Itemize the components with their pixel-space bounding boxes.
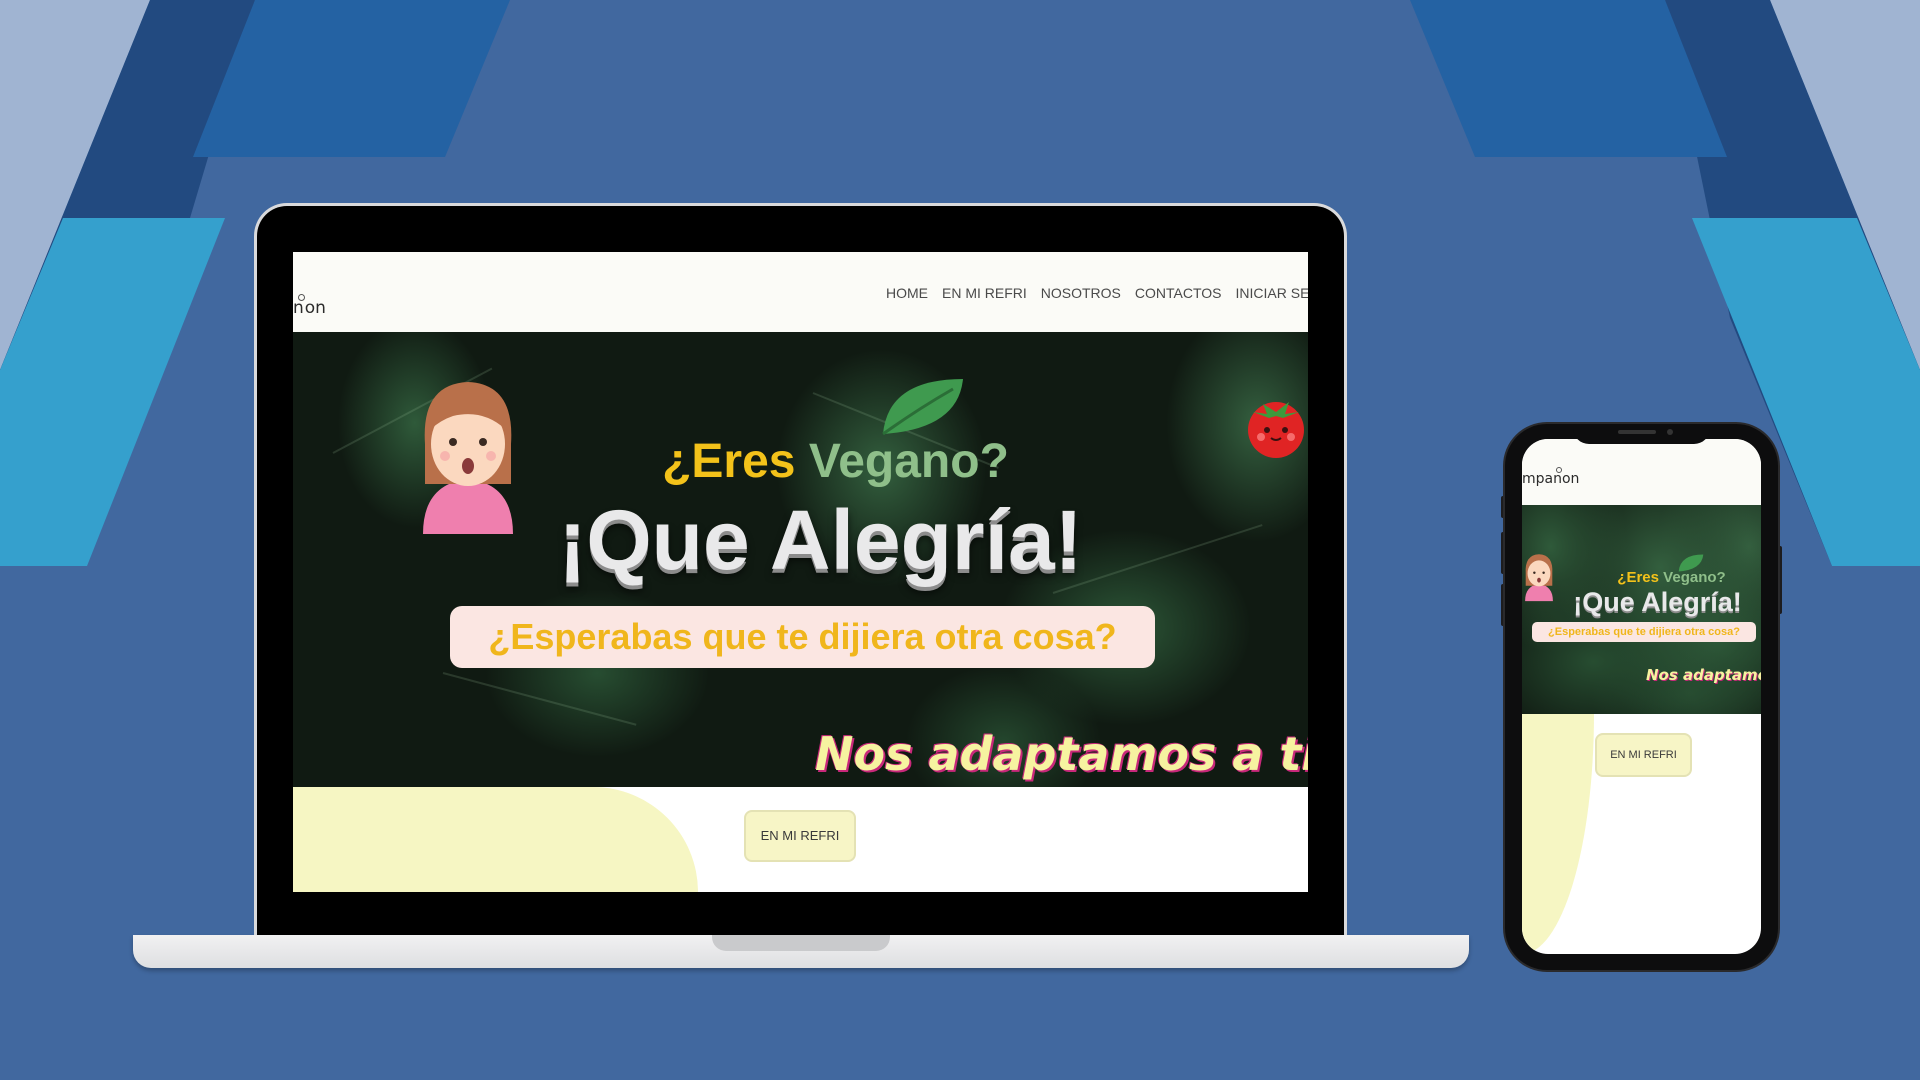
nav-en-mi-refri[interactable]: EN MI REFRI bbox=[942, 285, 1027, 301]
phone-logo-text-tail: on bbox=[1561, 471, 1580, 487]
phone-hero-question-eres: ¿Eres bbox=[1617, 569, 1659, 586]
logo-text-tail: on bbox=[304, 298, 326, 318]
laptop-hinge-notch bbox=[712, 935, 890, 951]
leaf-icon bbox=[882, 379, 963, 436]
phone-site-header: mpanon bbox=[1522, 439, 1761, 505]
laptop-screen: non HOME EN MI REFRI NOSOTROS CONTACTOS … bbox=[257, 206, 1344, 941]
hero-title: ¡Que Alegría! bbox=[558, 493, 1083, 587]
site-logo[interactable]: non bbox=[293, 294, 326, 318]
logo-pin-icon bbox=[297, 294, 305, 301]
en-mi-refri-button[interactable]: EN MI REFRI bbox=[744, 810, 856, 862]
hero-question: ¿Eres Vegano? bbox=[293, 434, 1308, 489]
phone-decorative-blob bbox=[1522, 714, 1594, 954]
phone-hero-tagline: Nos adaptamo bbox=[1646, 666, 1761, 684]
phone-hero-question: ¿Eres Vegano? bbox=[1522, 569, 1761, 586]
nav-iniciar-sesion[interactable]: INICIAR SES bbox=[1236, 285, 1308, 301]
hero-question-vegano: Vegano? bbox=[808, 435, 1009, 488]
phone-hero-banner: ¿Eres Vegano? ¡Que Alegría! ¿Esperabas q… bbox=[1522, 505, 1761, 714]
phone-site-logo[interactable]: mpanon bbox=[1522, 467, 1580, 487]
nav-contactos[interactable]: CONTACTOS bbox=[1135, 285, 1222, 301]
logo-text: n bbox=[293, 298, 304, 318]
phone-notch bbox=[1573, 424, 1710, 444]
phone-hero-title: ¡Que Alegría! bbox=[1573, 587, 1742, 617]
site-header: non HOME EN MI REFRI NOSOTROS CONTACTOS … bbox=[293, 252, 1308, 332]
phone-hero-subtitle: ¿Esperabas que te dijiera otra cosa? bbox=[1532, 622, 1756, 642]
phone-hero-question-vegano: Vegano? bbox=[1663, 569, 1726, 586]
phone-en-mi-refri-button[interactable]: EN MI REFRI bbox=[1595, 733, 1692, 777]
phone-camera bbox=[1667, 429, 1673, 435]
phone-speaker bbox=[1618, 430, 1656, 434]
decorative-blob bbox=[293, 787, 698, 892]
nav-nosotros[interactable]: NOSOTROS bbox=[1041, 285, 1121, 301]
hero-banner: ¿Eres Vegano? ¡Que Alegría! ¿Esperabas q… bbox=[293, 332, 1308, 787]
hero-question-eres: ¿Eres bbox=[662, 435, 796, 488]
hero-subtitle: ¿Esperabas que te dijiera otra cosa? bbox=[450, 606, 1155, 668]
phone-frame: mpanon ¿Eres Vegano? ¡Que Alegría! ¿Espe… bbox=[1505, 424, 1778, 970]
phone-webpage: mpanon ¿Eres Vegano? ¡Que Alegría! ¿Espe… bbox=[1522, 439, 1761, 954]
laptop-webpage: non HOME EN MI REFRI NOSOTROS CONTACTOS … bbox=[293, 252, 1308, 892]
hero-tagline: Nos adaptamos a ti bbox=[815, 727, 1308, 781]
phone-logo-text: mpan bbox=[1522, 471, 1562, 487]
main-nav: HOME EN MI REFRI NOSOTROS CONTACTOS INIC… bbox=[886, 285, 1308, 301]
nav-home[interactable]: HOME bbox=[886, 285, 928, 301]
